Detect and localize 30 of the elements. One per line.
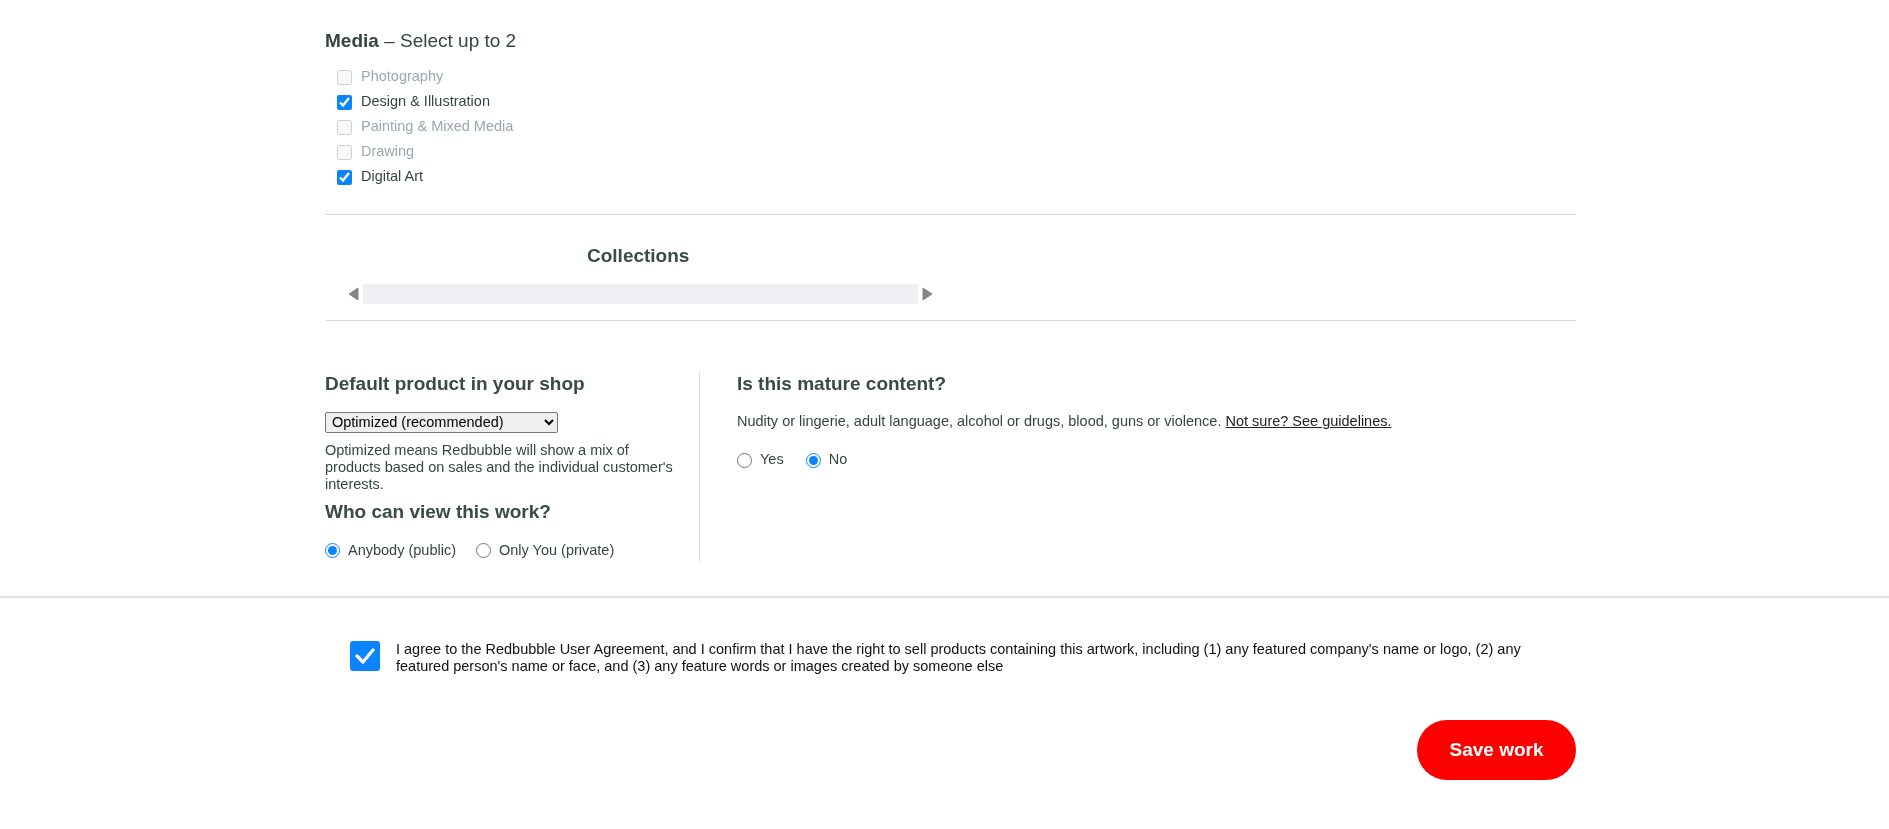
radio-button[interactable]	[325, 543, 340, 559]
save-button[interactable]: Save work	[1417, 720, 1576, 781]
section-heading: Who can view this work?	[325, 500, 552, 524]
section-heading: Media – Select up to 2	[325, 30, 518, 53]
radio-label: No	[828, 450, 848, 470]
media-checkbox[interactable]	[337, 94, 352, 110]
scroll-left-icon[interactable]	[347, 286, 359, 301]
radio-button[interactable]	[805, 452, 821, 468]
radio-label: Only You (private)	[499, 540, 615, 560]
checkbox-label: Design & Illustration	[361, 92, 490, 112]
radio-button[interactable]	[476, 543, 491, 559]
radio-label: Yes	[760, 450, 784, 470]
media-checkbox[interactable]	[337, 169, 352, 185]
radio-label: Anybody (public)	[348, 540, 456, 560]
help-text: Optimized means Redbubble will show a mix of products based on sales and the individual customer's interests.	[325, 441, 674, 493]
product-select[interactable]: Optimized (recommended)	[325, 411, 558, 433]
agreement-text: I agree to the Redbubble User Agreement, and I confirm that I have the right to sell products containing this artwork, including (1) any featured company's name or logo, (2) any featured person's name or face, and (3) any feature words or images created by someone else	[396, 641, 1522, 676]
radio-button[interactable]	[737, 452, 752, 468]
checkbox-label: Drawing	[361, 142, 415, 162]
checkbox-label: Painting & Mixed Media	[361, 117, 514, 137]
section-heading: Is this mature content?	[737, 372, 948, 396]
section-heading: Default product in your shop	[325, 372, 586, 396]
checkbox-label: Photography	[361, 67, 444, 87]
guidelines-link[interactable]: Not sure? See guidelines.	[1225, 413, 1392, 430]
mature-description: Nudity or lingerie, adult language, alcohol or drugs, blood, guns or violence. Not sure? See guidelines.	[737, 412, 1392, 432]
section-heading: Collections	[587, 244, 691, 268]
checkmark-icon	[355, 647, 375, 666]
scroll-right-icon[interactable]	[922, 286, 934, 301]
agreement-checkbox[interactable]	[350, 641, 380, 672]
checkbox-label: Digital Art	[361, 167, 424, 187]
